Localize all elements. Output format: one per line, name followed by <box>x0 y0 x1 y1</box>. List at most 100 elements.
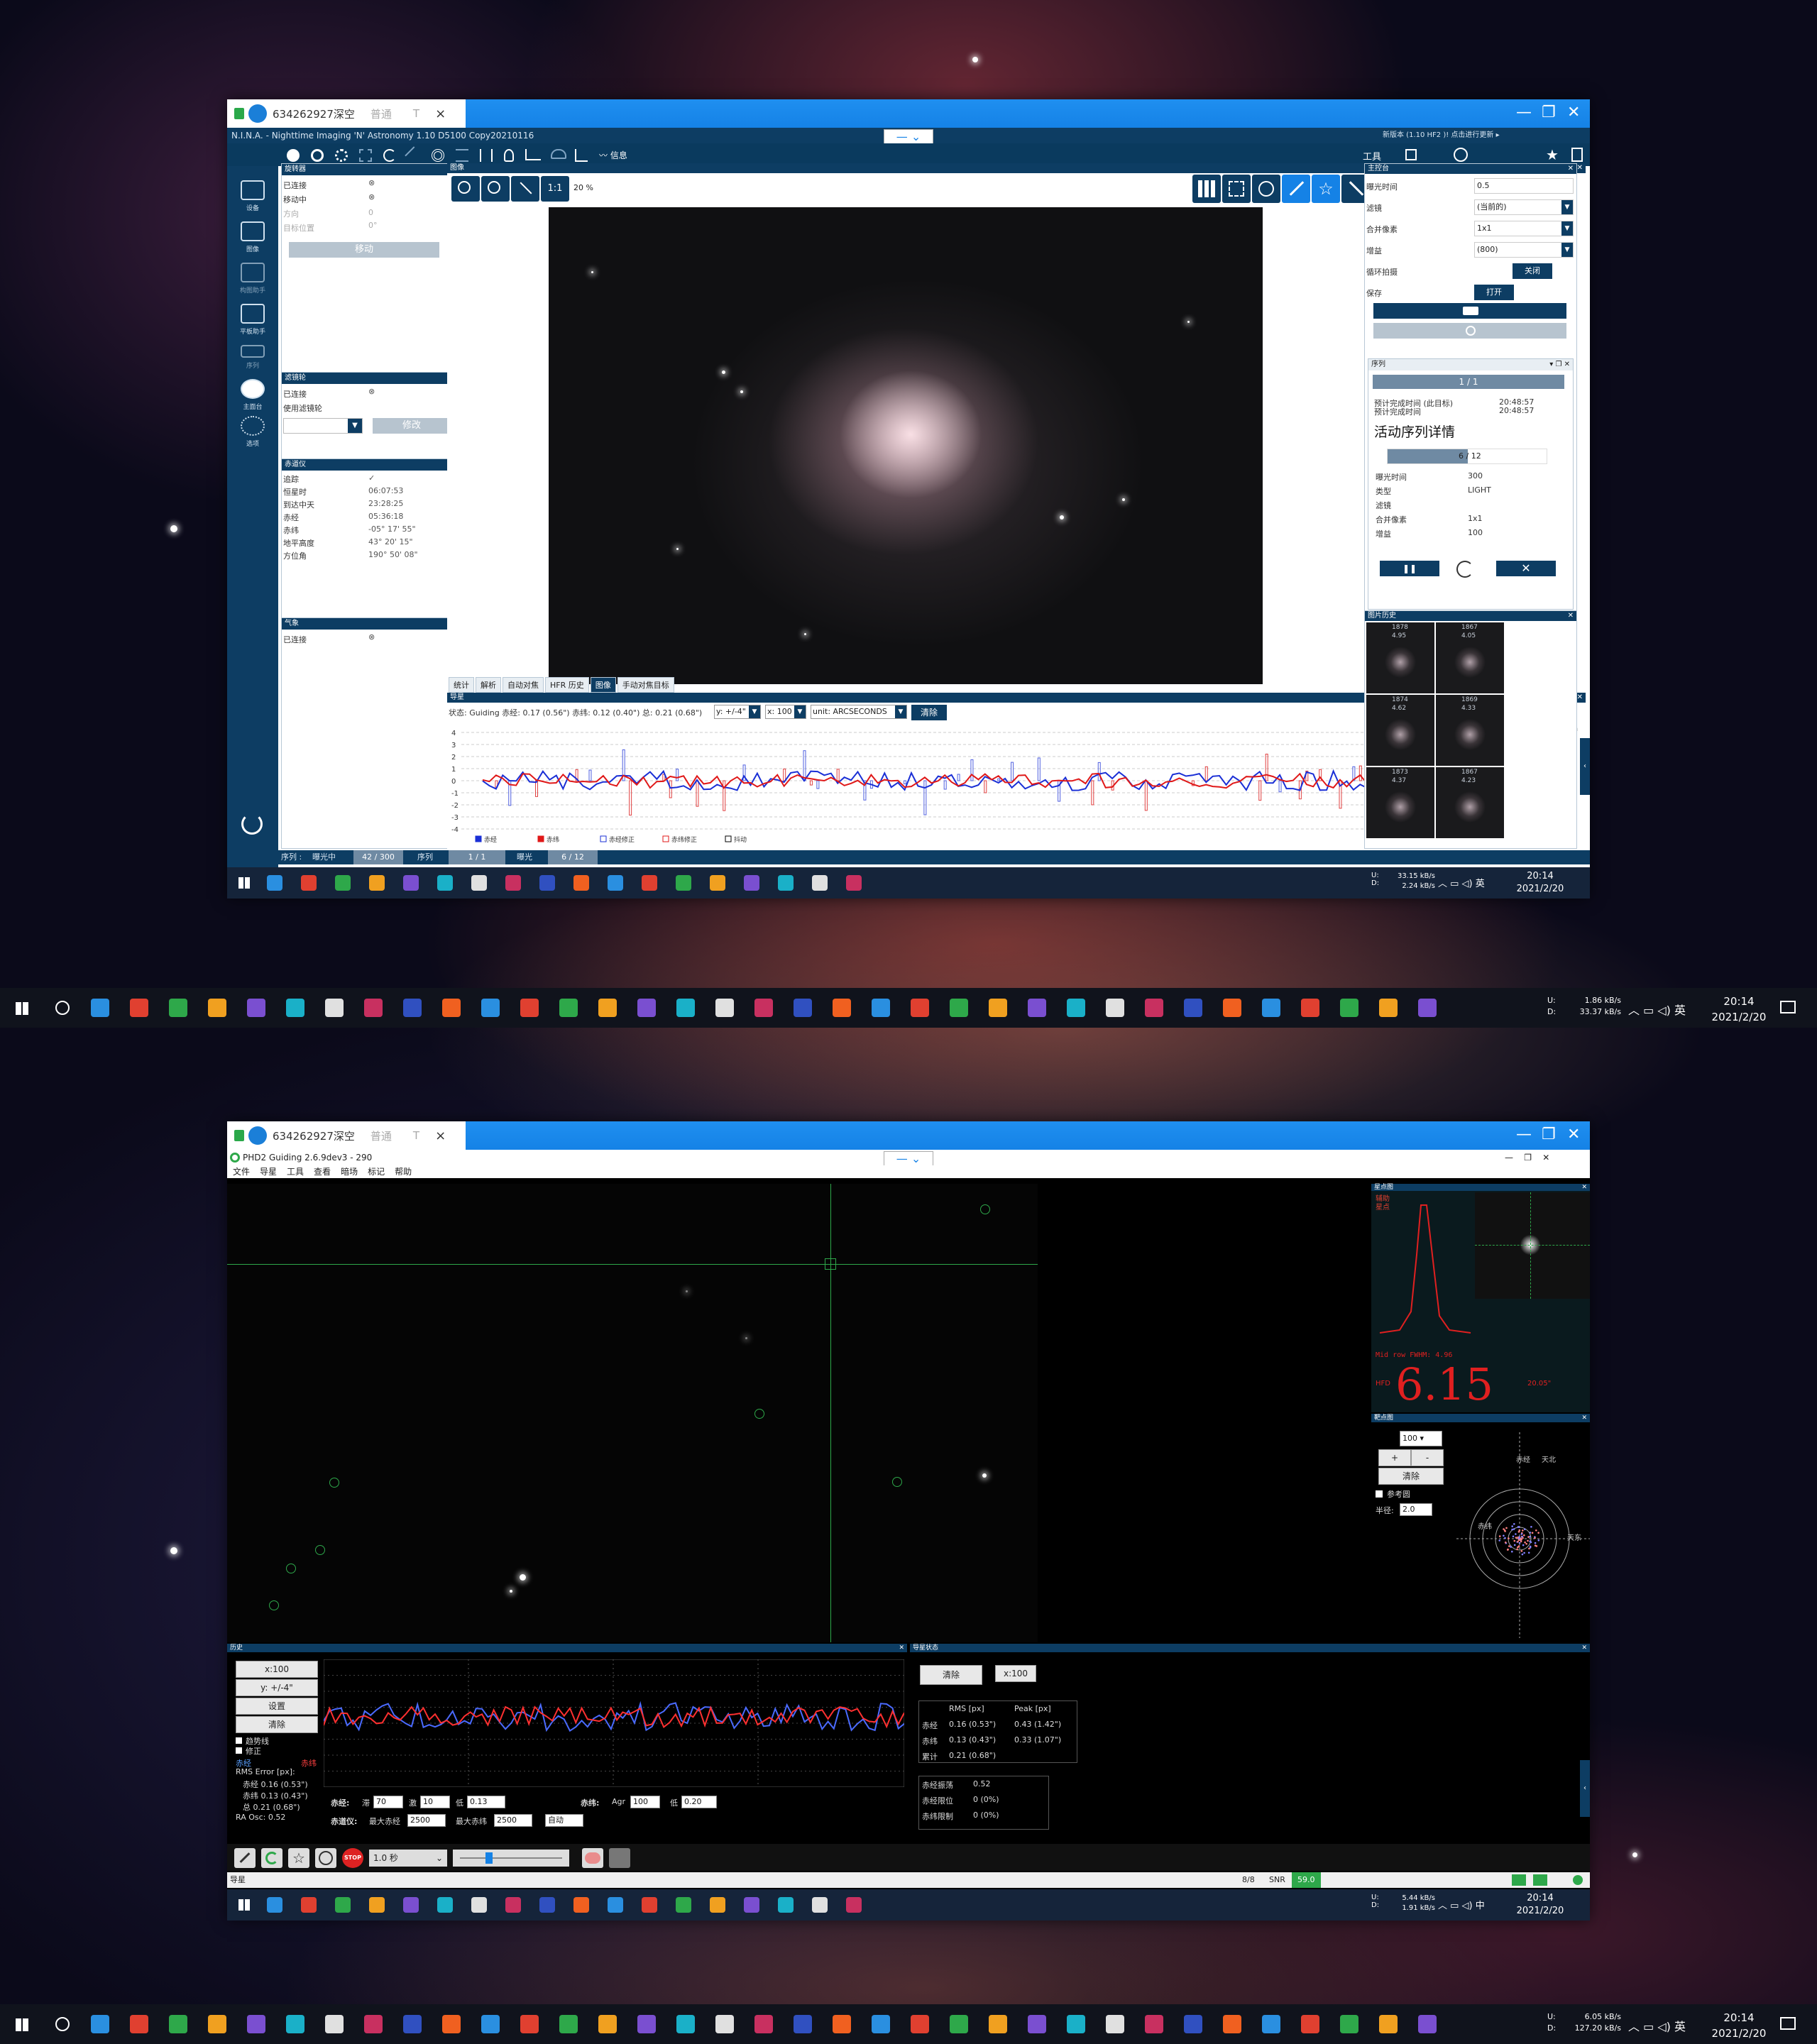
taskbar-app-icon[interactable] <box>403 1897 419 1913</box>
taskbar-app-icon[interactable] <box>642 875 657 891</box>
taskbar-app-icon[interactable] <box>778 1897 794 1913</box>
menu-item-4[interactable]: 暗场 <box>341 1167 358 1177</box>
clock[interactable]: 20:14 2021/2/20 <box>1505 1892 1576 1918</box>
taskbar-app-icon[interactable] <box>598 2015 617 2033</box>
history-thumbnail[interactable]: 1874 4.62 <box>1366 695 1434 766</box>
taskbar-app-icon[interactable] <box>744 875 759 891</box>
telescope-icon[interactable] <box>383 149 396 162</box>
max-dec-input[interactable]: 2500 <box>494 1814 532 1827</box>
taskbar-app-icon[interactable] <box>573 1897 589 1913</box>
use-camera-button[interactable] <box>234 1848 256 1868</box>
sidebar-item-framing[interactable]: 构图助手 <box>237 263 268 295</box>
tray-icons[interactable]: ︿ ▭ ◁) 英 <box>1628 1001 1686 1018</box>
taskbar-app-icon[interactable] <box>676 875 691 891</box>
taskbar-app-icon[interactable] <box>846 875 862 891</box>
menu-item-5[interactable]: 标记 <box>368 1167 385 1177</box>
stop-icon[interactable]: STOP <box>342 1848 363 1868</box>
windows-start-icon[interactable] <box>238 877 250 889</box>
taskbar-app-icon[interactable] <box>676 2015 695 2033</box>
taskbar-app-icon[interactable] <box>335 1897 351 1913</box>
clock[interactable]: 20:14 2021/2/20 <box>1505 870 1576 896</box>
collapse-arrow-icon[interactable]: ‹ <box>1580 738 1590 795</box>
dagr-input[interactable]: 100 <box>630 1796 660 1808</box>
taskbar-app-icon[interactable] <box>1418 999 1437 1017</box>
sequence-window-controls[interactable]: ▾ ❐ ✕ <box>1549 359 1570 370</box>
exposure-select[interactable]: 1.0 秒 ⌄ <box>369 1850 447 1867</box>
taskbar-app-icon[interactable] <box>778 875 794 891</box>
lightbulb-icon[interactable] <box>504 149 514 162</box>
taskbar-app-icon[interactable] <box>1379 2015 1398 2033</box>
guide-star-box[interactable] <box>825 1258 836 1270</box>
history-clear-button[interactable]: 清除 <box>236 1716 318 1733</box>
taskbar-app-icon[interactable] <box>481 999 500 1017</box>
tab-image-2[interactable]: 自动对焦 <box>503 677 544 693</box>
update-notice[interactable]: 新版本 (1.10 HF2 )! 点击进行更新 ▸ <box>1383 128 1500 143</box>
taskbar-app-icon[interactable] <box>1223 999 1241 1017</box>
history-icon[interactable] <box>1454 148 1468 162</box>
taskbar-app-icon[interactable] <box>301 1897 317 1913</box>
control-input[interactable]: (800) ▼ <box>1474 242 1574 258</box>
remote-close-tab[interactable]: × <box>435 1128 446 1143</box>
taskbar-app-icon[interactable] <box>794 2015 812 2033</box>
taskbar-app-icon[interactable] <box>1301 999 1319 1017</box>
target-plus-button[interactable]: + <box>1378 1449 1411 1466</box>
chart-icon[interactable] <box>525 149 541 160</box>
tool-icon[interactable] <box>1405 149 1417 160</box>
filter-select[interactable]: ▼ <box>283 418 363 434</box>
sidebar-item-flat[interactable]: 平板助手 <box>237 304 268 336</box>
taskbar-app-icon[interactable] <box>247 999 265 1017</box>
taskbar-app-icon[interactable] <box>676 999 695 1017</box>
taskbar-app-icon[interactable] <box>471 875 487 891</box>
tray-icons[interactable]: ︿ ▭ ◁) 英 <box>1438 876 1485 889</box>
taskbar-app-icon[interactable] <box>437 875 453 891</box>
clock[interactable]: 20:14 2021/2/20 <box>1703 2010 1774 2041</box>
trend-checkbox[interactable] <box>236 1737 242 1744</box>
loop-button[interactable] <box>261 1848 282 1868</box>
sidebar-item-sequence[interactable]: 序列 <box>237 345 268 370</box>
taskbar-app-icon[interactable] <box>369 875 385 891</box>
taskbar-app-icon[interactable] <box>1301 2015 1319 2033</box>
taskbar-app-icon[interactable] <box>846 1897 862 1913</box>
taskbar-app-icon[interactable] <box>608 875 623 891</box>
taskbar-app-icon[interactable] <box>505 1897 521 1913</box>
filterwheel-icon[interactable] <box>311 149 324 162</box>
autostretch-button[interactable] <box>1282 175 1310 203</box>
focuser-icon[interactable] <box>335 149 348 162</box>
taskbar-app-icon[interactable] <box>989 999 1007 1017</box>
taskbar-app-icon[interactable] <box>1340 2015 1358 2033</box>
taskbar-app-icon[interactable] <box>471 1897 487 1913</box>
taskbar-app-icon[interactable] <box>539 1897 555 1913</box>
taskbar-app-icon[interactable] <box>833 2015 851 2033</box>
taskbar-app-icon[interactable] <box>481 2015 500 2033</box>
taskbar-app-icon[interactable] <box>286 2015 304 2033</box>
taskbar-app-icon[interactable] <box>715 2015 734 2033</box>
guider-y-select[interactable]: y: +/-4" ▼ <box>714 705 761 719</box>
minimize-icon[interactable]: — <box>1516 104 1532 121</box>
correct-checkbox[interactable] <box>236 1747 242 1754</box>
tab-image-4[interactable]: 图像 <box>590 677 616 693</box>
sliders-icon[interactable] <box>480 149 493 162</box>
phd-camera-view[interactable] <box>227 1184 1370 1642</box>
hyst-input[interactable]: 70 <box>373 1796 403 1808</box>
dmin-input[interactable]: 0.20 <box>681 1796 717 1808</box>
taskbar-app-icon[interactable] <box>403 999 422 1017</box>
notification-icon[interactable] <box>1780 1001 1796 1013</box>
taskbar-app-icon[interactable] <box>91 2015 109 2033</box>
taskbar-app-icon[interactable] <box>335 875 351 891</box>
candidate-star-marker[interactable] <box>315 1545 325 1555</box>
taskbar-app-icon[interactable] <box>267 875 282 891</box>
rotator-move-button[interactable]: 移动 <box>289 242 439 258</box>
taskbar-app-icon[interactable] <box>437 1897 453 1913</box>
filter-change-button[interactable]: 修改 <box>373 418 451 434</box>
taskbar-app-icon[interactable] <box>520 999 539 1017</box>
remote-close-tab[interactable]: × <box>435 106 446 121</box>
windows-start-icon[interactable] <box>16 1002 28 1015</box>
taskbar-app-icon[interactable] <box>637 999 656 1017</box>
close-icon[interactable]: ✕ <box>1567 1126 1580 1143</box>
taskbar-app-icon[interactable] <box>286 999 304 1017</box>
taskbar-app-icon[interactable] <box>1145 999 1163 1017</box>
windows-start-icon[interactable] <box>238 1899 250 1911</box>
control-input[interactable]: 1x1 ▼ <box>1474 221 1574 236</box>
tab-image-5[interactable]: 手动对焦目标 <box>617 677 674 693</box>
power-icon[interactable] <box>241 813 263 835</box>
